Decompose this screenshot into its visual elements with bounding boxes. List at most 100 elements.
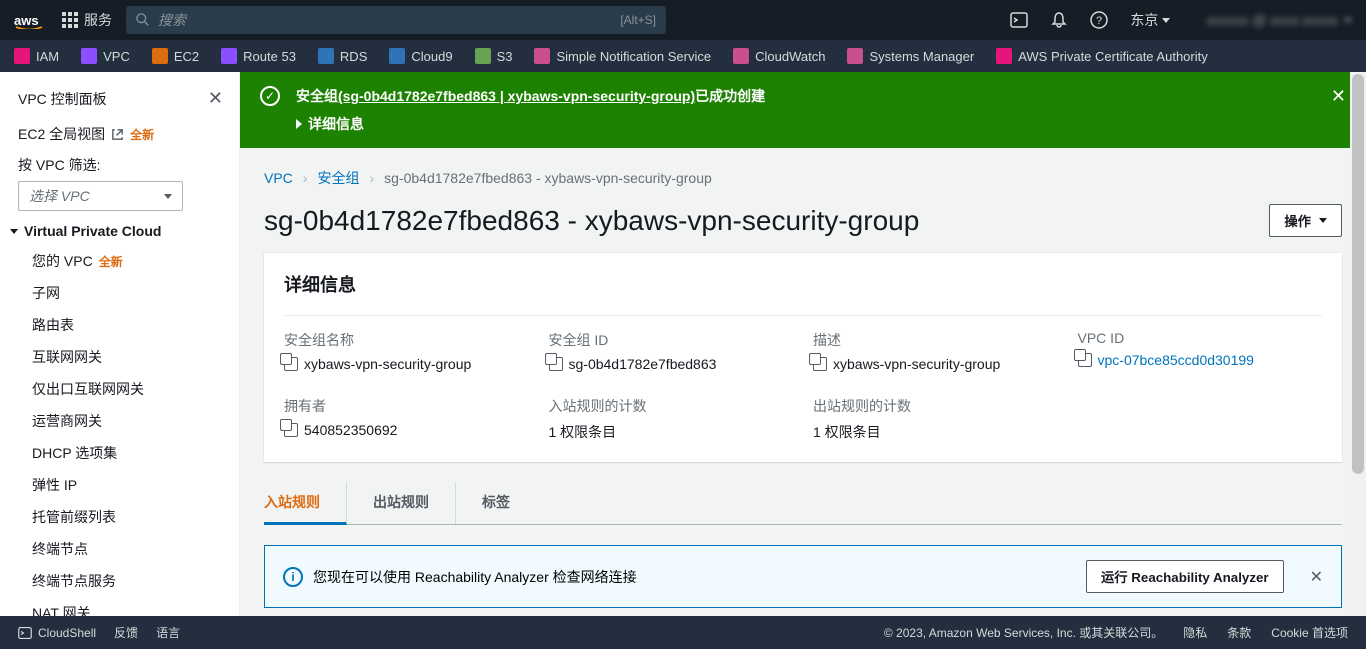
external-link-icon bbox=[111, 128, 124, 141]
sidebar-item[interactable]: 仅出口互联网网关 bbox=[18, 373, 239, 405]
chevron-down-icon bbox=[1319, 218, 1327, 223]
service-icon bbox=[534, 48, 550, 64]
chevron-down-icon bbox=[10, 229, 18, 234]
terms-link[interactable]: 条款 bbox=[1227, 624, 1251, 641]
breadcrumb-vpc[interactable]: VPC bbox=[264, 170, 293, 186]
service-icon bbox=[14, 48, 30, 64]
service-shortcut[interactable]: Simple Notification Service bbox=[534, 48, 711, 64]
success-banner: ✓ 安全组(sg-0b4d1782e7fbed863 | xybaws-vpn-… bbox=[240, 72, 1366, 148]
banner-details-toggle[interactable]: 详细信息 bbox=[296, 114, 1346, 134]
sidebar-item[interactable]: 托管前缀列表 bbox=[18, 501, 239, 533]
tab-tags[interactable]: 标签 bbox=[482, 482, 536, 524]
sidebar-item[interactable]: 运营商网关 bbox=[18, 405, 239, 437]
chevron-down-icon bbox=[1162, 18, 1170, 23]
scrollbar-thumb[interactable] bbox=[1352, 74, 1364, 474]
chevron-right-icon: › bbox=[303, 170, 308, 186]
search-placeholder: 搜索 bbox=[158, 10, 186, 30]
service-shortcut[interactable]: CloudWatch bbox=[733, 48, 825, 64]
search-input[interactable]: 搜索 [Alt+S] bbox=[126, 6, 666, 34]
tab-inbound-rules[interactable]: 入站规则 bbox=[264, 482, 347, 525]
language-link[interactable]: 语言 bbox=[156, 624, 180, 641]
cloudshell-button[interactable]: CloudShell bbox=[18, 626, 96, 640]
sidebar-section-vpc[interactable]: Virtual Private Cloud bbox=[10, 223, 239, 239]
copy-icon[interactable] bbox=[813, 357, 827, 371]
service-shortcut[interactable]: AWS Private Certificate Authority bbox=[996, 48, 1208, 64]
svg-text:?: ? bbox=[1096, 15, 1102, 27]
services-label: 服务 bbox=[84, 10, 112, 30]
terminal-icon bbox=[18, 626, 32, 640]
run-reachability-button[interactable]: 运行 Reachability Analyzer bbox=[1086, 560, 1284, 593]
copy-icon[interactable] bbox=[284, 423, 298, 437]
bell-icon[interactable] bbox=[1050, 11, 1068, 29]
details-panel: 详细信息 安全组名称 xybaws-vpn-security-group 安全组… bbox=[264, 253, 1342, 462]
privacy-link[interactable]: 隐私 bbox=[1183, 624, 1207, 641]
tabs: 入站规则 出站规则 标签 bbox=[264, 482, 1342, 525]
reachability-message: 您现在可以使用 Reachability Analyzer 检查网络连接 bbox=[313, 567, 637, 587]
sidebar-item[interactable]: 互联网网关 bbox=[18, 341, 239, 373]
field-sg-name: 安全组名称 xybaws-vpn-security-group bbox=[284, 330, 529, 372]
cloudshell-icon[interactable] bbox=[1010, 11, 1028, 29]
service-icon bbox=[847, 48, 863, 64]
user-menu[interactable]: xxxxxx @ xxxx-xxxxx bbox=[1206, 12, 1352, 28]
field-outbound-count: 出站规则的计数 1 权限条目 bbox=[813, 396, 1058, 442]
search-hint: [Alt+S] bbox=[620, 13, 656, 27]
vpc-link[interactable]: vpc-07bce85ccd0d30199 bbox=[1098, 352, 1254, 368]
copy-icon[interactable] bbox=[1078, 353, 1092, 367]
sidebar-item[interactable]: 终端节点服务 bbox=[18, 565, 239, 597]
sidebar-item[interactable]: DHCP 选项集 bbox=[18, 437, 239, 469]
sidebar-item[interactable]: 弹性 IP bbox=[18, 469, 239, 501]
banner-link[interactable]: (sg-0b4d1782e7fbed863 | xybaws-vpn-secur… bbox=[338, 88, 695, 104]
svg-text:aws: aws bbox=[14, 13, 39, 28]
service-icon bbox=[318, 48, 334, 64]
close-icon[interactable]: ✕ bbox=[208, 88, 223, 109]
breadcrumb-security-groups[interactable]: 安全组 bbox=[317, 168, 359, 188]
service-bar: IAM VPC EC2 Route 53 RDS Cloud9 S3 Simple Notif… bbox=[0, 40, 1366, 72]
sidebar-item[interactable]: 子网 bbox=[18, 277, 239, 309]
close-icon[interactable]: ✕ bbox=[1331, 86, 1346, 107]
caret-right-icon bbox=[296, 119, 302, 129]
scrollbar[interactable] bbox=[1350, 72, 1366, 616]
sidebar-item[interactable]: 您的 VPC全新 bbox=[18, 245, 239, 277]
service-icon bbox=[221, 48, 237, 64]
aws-logo[interactable]: aws bbox=[14, 11, 44, 29]
main-content: ✓ 安全组(sg-0b4d1782e7fbed863 | xybaws-vpn-… bbox=[240, 72, 1366, 616]
reachability-info: i 您现在可以使用 Reachability Analyzer 检查网络连接 运… bbox=[264, 545, 1342, 608]
services-menu[interactable]: 服务 bbox=[62, 10, 112, 30]
page-title: sg-0b4d1782e7fbed863 - xybaws-vpn-securi… bbox=[264, 205, 919, 237]
close-icon[interactable]: ✕ bbox=[1310, 567, 1323, 587]
copy-icon[interactable] bbox=[284, 357, 298, 371]
copy-icon[interactable] bbox=[549, 357, 563, 371]
info-icon: i bbox=[283, 567, 303, 587]
tab-outbound-rules[interactable]: 出站规则 bbox=[373, 482, 456, 524]
banner-message: 安全组(sg-0b4d1782e7fbed863 | xybaws-vpn-se… bbox=[296, 86, 1346, 106]
help-icon[interactable]: ? bbox=[1090, 11, 1108, 29]
sidebar: VPC 控制面板 ✕ EC2 全局视图 全新 按 VPC 筛选: 选择 VPC … bbox=[0, 72, 240, 616]
breadcrumb: VPC › 安全组 › sg-0b4d1782e7fbed863 - xybaw… bbox=[240, 148, 1366, 198]
sidebar-item[interactable]: 路由表 bbox=[18, 309, 239, 341]
service-shortcut[interactable]: RDS bbox=[318, 48, 367, 64]
actions-button[interactable]: 操作 bbox=[1269, 204, 1342, 237]
service-shortcut[interactable]: EC2 bbox=[152, 48, 199, 64]
service-shortcut[interactable]: Systems Manager bbox=[847, 48, 974, 64]
grid-icon bbox=[62, 12, 78, 28]
sidebar-item[interactable]: 终端节点 bbox=[18, 533, 239, 565]
chevron-down-icon bbox=[164, 194, 172, 199]
service-shortcut[interactable]: VPC bbox=[81, 48, 130, 64]
vpc-filter-select[interactable]: 选择 VPC bbox=[18, 181, 183, 211]
feedback-link[interactable]: 反馈 bbox=[114, 624, 138, 641]
cookie-link[interactable]: Cookie 首选项 bbox=[1271, 624, 1348, 641]
region-selector[interactable]: 东京 bbox=[1130, 10, 1170, 30]
field-inbound-count: 入站规则的计数 1 权限条目 bbox=[549, 396, 794, 442]
field-description: 描述 xybaws-vpn-security-group bbox=[813, 330, 1058, 372]
field-owner: 拥有者 540852350692 bbox=[284, 396, 529, 442]
service-icon bbox=[996, 48, 1012, 64]
check-icon: ✓ bbox=[260, 86, 280, 106]
service-shortcut[interactable]: Cloud9 bbox=[389, 48, 452, 64]
sidebar-title[interactable]: VPC 控制面板 bbox=[18, 89, 107, 109]
service-shortcut[interactable]: Route 53 bbox=[221, 48, 296, 64]
service-shortcut[interactable]: S3 bbox=[475, 48, 513, 64]
new-badge: 全新 bbox=[99, 253, 123, 270]
service-shortcut[interactable]: IAM bbox=[14, 48, 59, 64]
ec2-global-view[interactable]: EC2 全局视图 全新 bbox=[18, 119, 239, 149]
sidebar-item[interactable]: NAT 网关 bbox=[18, 597, 239, 616]
